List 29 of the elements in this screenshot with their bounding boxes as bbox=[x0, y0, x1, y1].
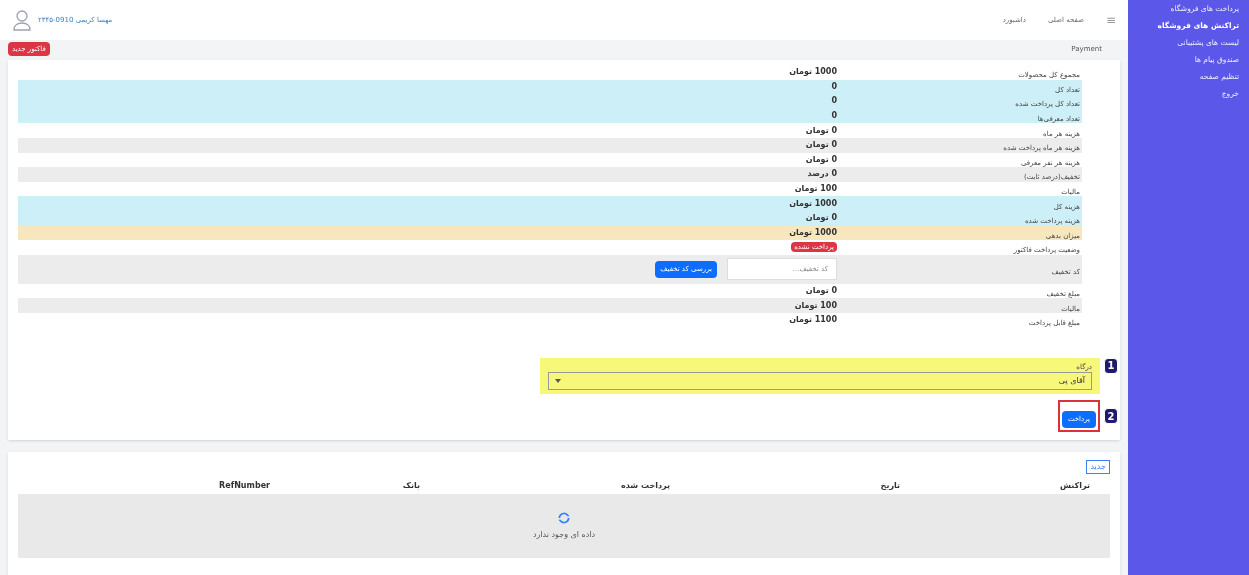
row-value: 0 bbox=[831, 110, 837, 123]
row-value: 1000 تومان bbox=[789, 226, 837, 239]
column-header: بانک bbox=[401, 480, 420, 492]
row-value: 0 bbox=[831, 80, 837, 93]
row-value: 0 درصد bbox=[807, 168, 837, 181]
chevron-down-icon bbox=[555, 379, 561, 383]
row-value: 0 تومان bbox=[805, 153, 837, 166]
row-value: 100 تومان bbox=[794, 299, 837, 312]
new-transaction-button[interactable]: جدید bbox=[1086, 460, 1110, 474]
row-value: 0 تومان bbox=[805, 139, 837, 152]
row-value: 1100 تومان bbox=[789, 314, 837, 327]
column-header: RefNumber bbox=[218, 480, 270, 492]
column-header: تاریخ bbox=[879, 480, 900, 492]
annotation-marker: 1 bbox=[1104, 357, 1118, 374]
row-value: 1000 تومان bbox=[789, 66, 837, 79]
row-value: 0 تومان bbox=[805, 124, 837, 137]
refresh-icon bbox=[557, 511, 571, 525]
row-value: 0 تومان bbox=[805, 285, 837, 297]
gateway-select[interactable]: آقای پی bbox=[548, 372, 1092, 390]
column-header: پرداخت شده bbox=[619, 480, 670, 492]
row-value: 1000 تومان bbox=[789, 197, 837, 210]
empty-message: داده ای وجود ندارد bbox=[532, 529, 596, 541]
column-header: تراکنش bbox=[1059, 480, 1090, 492]
row-value: 0 bbox=[831, 95, 837, 108]
user-icon bbox=[12, 8, 32, 32]
menu-icon[interactable]: ≡ bbox=[1105, 11, 1116, 29]
row-value: 100 تومان bbox=[794, 183, 837, 196]
annotation-marker: 2 bbox=[1104, 408, 1118, 424]
row-value: 0 تومان bbox=[805, 212, 837, 225]
